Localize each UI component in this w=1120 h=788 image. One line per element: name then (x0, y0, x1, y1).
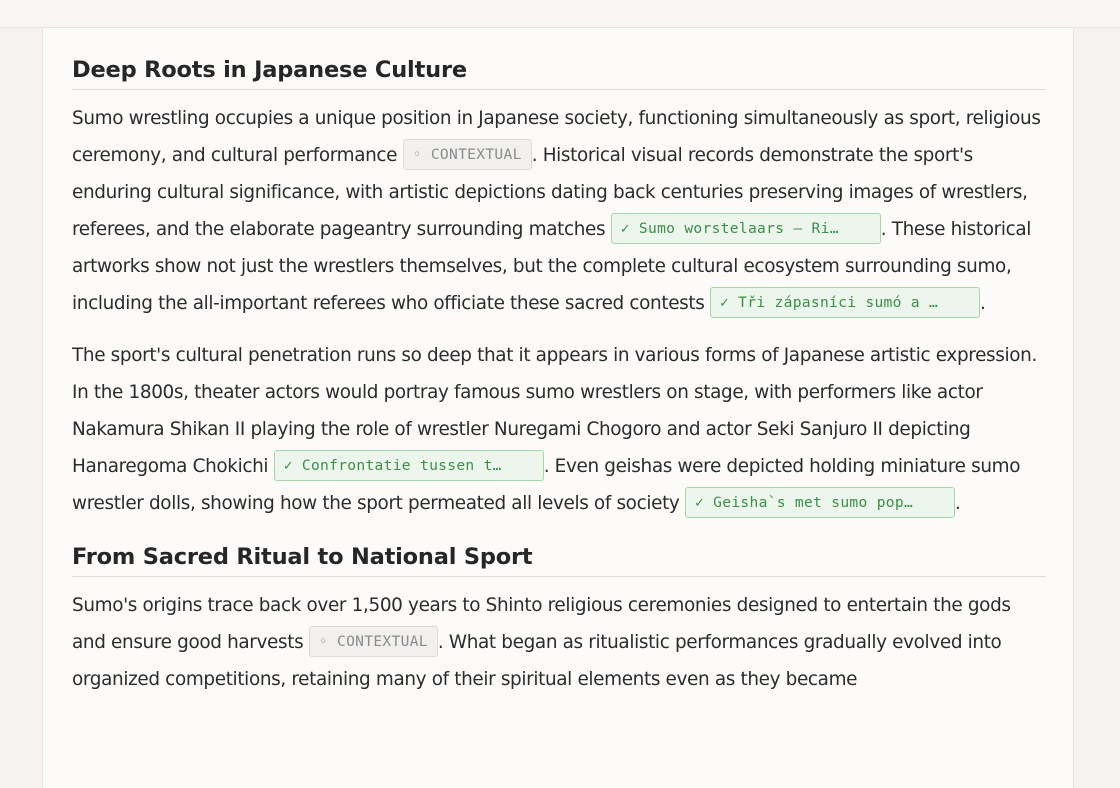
citation-verified[interactable]: ✓ Confrontatie tussen t… (273, 449, 544, 481)
paragraph-artistic-expression: The sport's cultural penetration runs so… (72, 337, 1046, 522)
citation-verified[interactable]: ✓ Geisha`s met sumo pop… (684, 486, 955, 518)
paragraph-text: . (954, 493, 961, 514)
paragraph-text: . (980, 293, 986, 314)
citation-verified[interactable]: ✓ Tři zápasníci sumó a … (710, 286, 980, 318)
citation-contextual[interactable]: ◦ CONTEXTUAL (308, 625, 438, 657)
section-heading-sacred-ritual: From Sacred Ritual to National Sport (72, 544, 1046, 577)
paragraph-origins: Sumo's origins trace back over 1,500 yea… (72, 587, 1046, 698)
top-bar (0, 0, 1120, 28)
citation-contextual[interactable]: ◦ CONTEXTUAL (402, 138, 532, 170)
article-content: Deep Roots in Japanese Culture Sumo wres… (72, 28, 1046, 698)
article-page: Deep Roots in Japanese Culture Sumo wres… (42, 28, 1074, 788)
paragraph-cultural-position: Sumo wrestling occupies a unique positio… (72, 100, 1046, 322)
citation-verified[interactable]: ✓ Sumo worstelaars — Ri… (610, 212, 881, 244)
section-heading-deep-roots: Deep Roots in Japanese Culture (72, 57, 1046, 90)
